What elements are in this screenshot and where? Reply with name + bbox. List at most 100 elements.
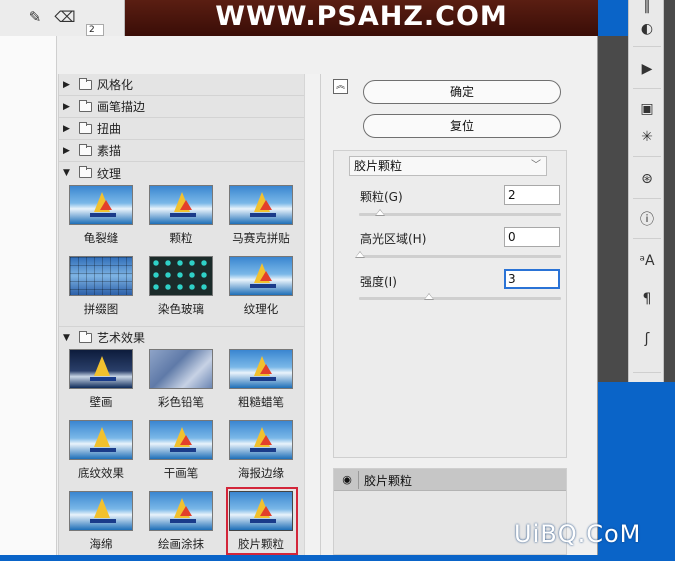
folder-icon — [79, 330, 92, 343]
expand-arrow-icon[interactable]: ▶ — [63, 124, 73, 134]
filter-label: 绘画涂抹 — [158, 537, 204, 551]
filter-label: 纹理化 — [243, 302, 279, 316]
filter-list-scrollbar[interactable] — [304, 74, 321, 555]
filter-thumbnail — [69, 420, 133, 460]
filter-label: 龟裂缝 — [83, 231, 119, 245]
filter-underpainting[interactable]: 底纹效果 — [65, 420, 137, 490]
filter-thumbnail — [149, 349, 213, 389]
filter-paint-daubs[interactable]: 绘画涂抹 — [145, 491, 217, 561]
history-icon[interactable]: ◐ — [635, 18, 659, 40]
visibility-eye-icon[interactable]: ◉ — [340, 473, 354, 487]
collapse-arrow-icon[interactable]: ▼ — [63, 333, 73, 343]
highlight-area-label: 高光区域(H) — [360, 232, 427, 246]
filter-label: 底纹效果 — [78, 466, 124, 480]
filter-fresco[interactable]: 壁画 — [65, 349, 137, 419]
collapse-dock-icon[interactable]: ‖ — [635, 0, 659, 14]
filter-select[interactable]: 胶片颗粒 ﹀ — [349, 156, 547, 176]
filter-thumbnail — [229, 349, 293, 389]
filter-rough-pastels[interactable]: 粗糙蜡笔 — [225, 349, 297, 419]
properties-icon[interactable]: ⊛ — [635, 168, 659, 190]
filter-label: 干画笔 — [163, 466, 199, 480]
category-label: 纹理 — [97, 166, 122, 181]
filter-thumbnail — [69, 256, 133, 296]
filter-thumbnail — [149, 256, 213, 296]
category-texture[interactable]: ▼ 纹理 — [59, 162, 305, 184]
effect-layer-name: 胶片颗粒 — [364, 474, 413, 488]
grain-input[interactable]: 2 — [504, 185, 560, 205]
highlight-area-slider-track[interactable] — [359, 255, 561, 258]
website-banner: WWW.PSAHZ.COM — [125, 0, 598, 36]
filter-thumbnail — [229, 256, 293, 296]
filter-grain[interactable]: 颗粒 — [145, 185, 217, 255]
filter-label: 壁画 — [89, 395, 113, 409]
category-label: 艺术效果 — [97, 331, 146, 345]
filter-thumbnail — [69, 491, 133, 531]
filter-label: 颗粒 — [169, 231, 193, 245]
intensity-label: 强度(I) — [360, 275, 397, 289]
chevron-down-icon: ﹀ — [531, 160, 541, 171]
info-icon[interactable]: ⓘ — [635, 208, 659, 230]
folder-icon — [79, 99, 92, 112]
preview-pane[interactable] — [0, 36, 57, 555]
filter-stained-glass[interactable]: 染色玻璃 — [145, 256, 217, 326]
intensity-slider-track[interactable] — [359, 297, 561, 300]
category-stylize[interactable]: ▶ 风格化 — [59, 74, 305, 96]
eraser-icon[interactable]: ⌫ — [52, 4, 78, 30]
eyedropper-icon[interactable]: ✎ — [22, 4, 48, 30]
category-sketch[interactable]: ▶ 素描 — [59, 140, 305, 162]
category-label: 素描 — [97, 144, 122, 158]
grain-label: 颗粒(G) — [360, 190, 403, 204]
filter-thumbnail — [69, 185, 133, 225]
filter-label: 马赛克拼贴 — [232, 231, 290, 245]
glyphs-icon[interactable]: ʃ — [635, 328, 659, 350]
grain-slider-handle[interactable] — [375, 209, 385, 216]
filter-mosaic-tiles[interactable]: 马赛克拼贴 — [225, 185, 297, 255]
character-icon[interactable]: ᵃA — [635, 250, 659, 272]
filter-texturizer[interactable]: 纹理化 — [225, 256, 297, 326]
category-label: 风格化 — [97, 78, 134, 92]
filter-list: ▶ 风格化 ▶ 画笔描边 ▶ 扭曲 ▶ 素描 ▼ 纹理 龟裂缝 颗粒 马赛克拼贴… — [58, 74, 305, 555]
filter-select-value: 胶片颗粒 — [354, 159, 403, 173]
filter-patchwork[interactable]: 拼缀图 — [65, 256, 137, 326]
filter-thumbnail — [149, 185, 213, 225]
filter-thumbnail — [149, 491, 213, 531]
filter-label: 海绵 — [89, 537, 113, 551]
folder-icon — [79, 143, 92, 156]
category-label: 扭曲 — [97, 122, 122, 136]
paragraph-icon[interactable]: ¶ — [635, 288, 659, 310]
filter-dry-brush[interactable]: 干画笔 — [145, 420, 217, 490]
filter-label: 粗糙蜡笔 — [238, 395, 284, 409]
effect-layer-row[interactable]: ◉ 胶片颗粒 — [334, 469, 566, 491]
filter-thumbnail — [149, 420, 213, 460]
expand-arrow-icon[interactable]: ▶ — [63, 146, 73, 156]
category-label: 画笔描边 — [97, 100, 146, 114]
filter-thumbnail — [229, 420, 293, 460]
filter-thumbnail — [229, 185, 293, 225]
brush-size-field[interactable]: 2 — [86, 24, 104, 36]
filter-poster-edges[interactable]: 海报边缘 — [225, 420, 297, 490]
expand-arrow-icon[interactable]: ▶ — [63, 102, 73, 112]
category-brush-strokes[interactable]: ▶ 画笔描边 — [59, 96, 305, 118]
filter-sponge[interactable]: 海绵 — [65, 491, 137, 561]
swatches-icon[interactable]: ▣ — [635, 98, 659, 120]
play-action-icon[interactable]: ▶ — [635, 58, 659, 80]
collapse-arrow-icon[interactable]: ▼ — [63, 168, 73, 178]
category-distort[interactable]: ▶ 扭曲 — [59, 118, 305, 140]
expand-arrow-icon[interactable]: ▶ — [63, 80, 73, 90]
filter-colored-pencil[interactable]: 彩色铅笔 — [145, 349, 217, 419]
grain-slider-track[interactable] — [359, 213, 561, 216]
canvas-background — [598, 36, 628, 382]
filter-label: 染色玻璃 — [158, 302, 204, 316]
highlight-area-slider-handle[interactable] — [355, 251, 365, 258]
ok-button[interactable]: 确定 — [363, 80, 561, 104]
category-artistic[interactable]: ▼ 艺术效果 — [59, 326, 305, 348]
intensity-input[interactable]: 3 — [504, 269, 560, 289]
intensity-slider-handle[interactable] — [424, 293, 434, 300]
reset-button[interactable]: 复位 — [363, 114, 561, 138]
highlight-area-input[interactable]: 0 — [504, 227, 560, 247]
collapse-gallery-button[interactable]: ︽ — [333, 79, 348, 94]
filter-label: 拼缀图 — [83, 302, 119, 316]
filter-craquelure[interactable]: 龟裂缝 — [65, 185, 137, 255]
brush-preset-icon[interactable]: ✳ — [635, 126, 659, 148]
folder-icon — [79, 77, 92, 90]
